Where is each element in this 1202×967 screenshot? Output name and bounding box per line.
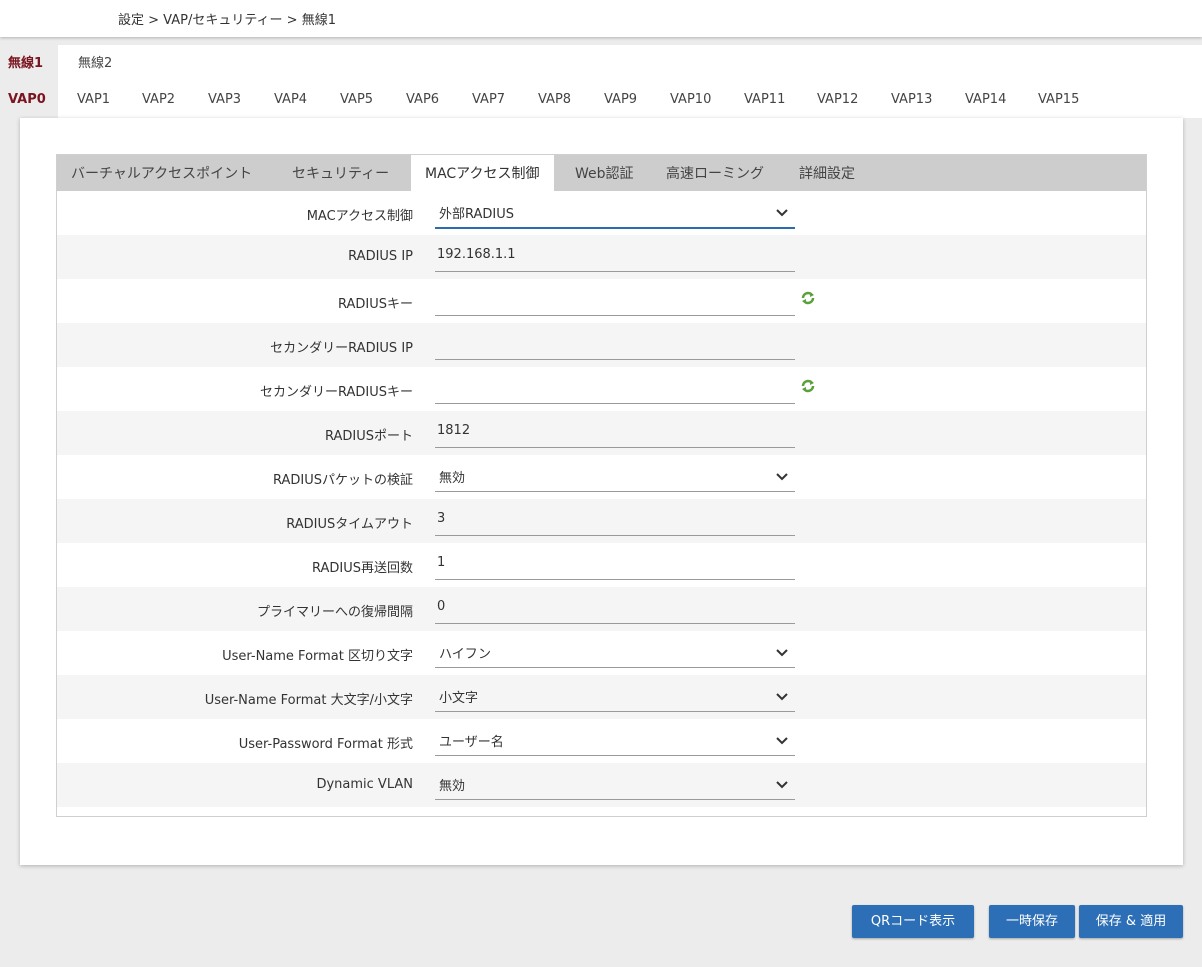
vap-tabs: VAP0 VAP1 VAP2 VAP3 VAP4 VAP5 VAP6 VAP7 …	[0, 83, 1202, 118]
tab-vap10[interactable]: VAP10	[670, 92, 711, 107]
tab-radio2[interactable]: 無線2	[58, 45, 1202, 83]
refresh-icon[interactable]	[801, 379, 815, 393]
tab-fast-roaming[interactable]: 高速ローミング	[652, 155, 778, 191]
radius-packet-verify-value: 無効	[439, 471, 466, 486]
secondary-radius-ip-label: セカンダリーRADIUS IP	[270, 341, 413, 356]
row-radius-port: RADIUSポート 1812	[57, 411, 1146, 455]
chevron-down-icon	[776, 209, 788, 217]
chevron-down-icon	[776, 649, 788, 657]
row-radius-packet-verify: RADIUSパケットの検証 無効	[57, 455, 1146, 499]
secondary-radius-ip-input[interactable]	[435, 329, 795, 360]
tab-advanced[interactable]: 詳細設定	[785, 155, 869, 191]
userpassword-format-select[interactable]: ユーザー名	[435, 725, 795, 756]
username-delimiter-select[interactable]: ハイフン	[435, 637, 795, 668]
chevron-down-icon	[776, 473, 788, 481]
radius-timeout-value: 3	[437, 511, 446, 526]
row-secondary-radius-key: セカンダリーRADIUSキー	[57, 367, 1146, 411]
tab-vap1[interactable]: VAP1	[77, 92, 110, 107]
tab-vap6[interactable]: VAP6	[406, 92, 439, 107]
row-secondary-radius-ip: セカンダリーRADIUS IP	[57, 323, 1146, 367]
dynamic-vlan-value: 無効	[439, 779, 466, 794]
chevron-down-icon	[776, 737, 788, 745]
tab-vap7[interactable]: VAP7	[472, 92, 505, 107]
radius-retries-value: 1	[437, 555, 446, 570]
primary-return-interval-input[interactable]: 0	[435, 593, 795, 624]
temp-save-button[interactable]: 一時保存	[989, 905, 1075, 938]
username-case-select[interactable]: 小文字	[435, 681, 795, 712]
radius-key-input[interactable]	[435, 285, 795, 316]
tab-vap0[interactable]: VAP0	[8, 92, 46, 107]
tab-vap3[interactable]: VAP3	[208, 92, 241, 107]
username-delimiter-label: User-Name Format 区切り文字	[222, 649, 413, 664]
radius-key-label: RADIUSキー	[337, 297, 413, 312]
tab-vap12[interactable]: VAP12	[817, 92, 858, 107]
primary-return-interval-value: 0	[437, 599, 446, 614]
radius-ip-input[interactable]: 192.168.1.1	[435, 241, 795, 272]
tab-vap13[interactable]: VAP13	[891, 92, 932, 107]
row-primary-return-interval: プライマリーへの復帰間隔 0	[57, 587, 1146, 631]
top-bar: 設定 > VAP/セキュリティー > 無線1	[0, 0, 1202, 37]
secondary-radius-key-input[interactable]	[435, 373, 795, 404]
radius-port-value: 1812	[437, 423, 471, 438]
dynamic-vlan-select[interactable]: 無効	[435, 769, 795, 800]
tab-vap5[interactable]: VAP5	[340, 92, 373, 107]
tab-mac-access-control[interactable]: MACアクセス制御	[411, 155, 554, 191]
primary-return-interval-label: プライマリーへの復帰間隔	[256, 605, 413, 620]
chevron-down-icon	[776, 693, 788, 701]
row-mac-access-control: MACアクセス制御 外部RADIUS	[57, 191, 1146, 235]
radius-retries-input[interactable]: 1	[435, 549, 795, 580]
chevron-down-icon	[776, 781, 788, 789]
radius-ip-label: RADIUS IP	[348, 249, 413, 264]
row-radius-ip: RADIUS IP 192.168.1.1	[57, 235, 1146, 279]
row-dynamic-vlan: Dynamic VLAN 無効	[57, 763, 1146, 807]
tab-vap14[interactable]: VAP14	[965, 92, 1006, 107]
qr-code-button[interactable]: QRコード表示	[852, 905, 974, 938]
radius-timeout-label: RADIUSタイムアウト	[286, 517, 413, 532]
tab-web-auth[interactable]: Web認証	[561, 155, 648, 191]
tab-vap15[interactable]: VAP15	[1038, 92, 1079, 107]
tab-vap11[interactable]: VAP11	[744, 92, 785, 107]
mac-access-control-value: 外部RADIUS	[439, 207, 515, 222]
breadcrumb: 設定 > VAP/セキュリティー > 無線1	[118, 13, 336, 28]
tab-vap2[interactable]: VAP2	[142, 92, 175, 107]
tab-vap8[interactable]: VAP8	[538, 92, 571, 107]
tab-vap4[interactable]: VAP4	[274, 92, 307, 107]
refresh-icon[interactable]	[801, 291, 815, 305]
radius-port-label: RADIUSポート	[324, 429, 413, 444]
username-case-label: User-Name Format 大文字/小文字	[204, 693, 413, 708]
sub-tabs: バーチャルアクセスポイント セキュリティー MACアクセス制御 Web認証 高速…	[57, 155, 1146, 191]
secondary-radius-key-label: セカンダリーRADIUSキー	[259, 385, 413, 400]
radius-port-input[interactable]: 1812	[435, 417, 795, 448]
mac-access-control-select[interactable]: 外部RADIUS	[435, 197, 795, 229]
radio-tabs: 無線1 無線2	[0, 45, 1202, 83]
username-delimiter-value: ハイフン	[439, 647, 492, 662]
tab-radio1[interactable]: 無線1	[0, 45, 52, 83]
tab-virtual-ap[interactable]: バーチャルアクセスポイント	[57, 155, 266, 191]
dynamic-vlan-label: Dynamic VLAN	[316, 777, 413, 792]
settings-panel: バーチャルアクセスポイント セキュリティー MACアクセス制御 Web認証 高速…	[56, 154, 1147, 817]
userpassword-format-value: ユーザー名	[439, 735, 504, 750]
radius-timeout-input[interactable]: 3	[435, 505, 795, 536]
tab-vap9[interactable]: VAP9	[604, 92, 637, 107]
row-username-delimiter: User-Name Format 区切り文字 ハイフン	[57, 631, 1146, 675]
tab-security[interactable]: セキュリティー	[278, 155, 403, 191]
row-radius-key: RADIUSキー	[57, 279, 1146, 323]
save-apply-button[interactable]: 保存 & 適用	[1079, 905, 1183, 938]
radius-packet-verify-select[interactable]: 無効	[435, 461, 795, 492]
mac-access-control-label: MACアクセス制御	[306, 209, 413, 224]
username-case-value: 小文字	[439, 691, 479, 706]
row-userpassword-format: User-Password Format 形式 ユーザー名	[57, 719, 1146, 763]
row-radius-timeout: RADIUSタイムアウト 3	[57, 499, 1146, 543]
radius-packet-verify-label: RADIUSパケットの検証	[272, 473, 413, 488]
row-radius-retries: RADIUS再送回数 1	[57, 543, 1146, 587]
radius-ip-value: 192.168.1.1	[437, 247, 516, 262]
settings-card: バーチャルアクセスポイント セキュリティー MACアクセス制御 Web認証 高速…	[20, 118, 1183, 865]
row-username-case: User-Name Format 大文字/小文字 小文字	[57, 675, 1146, 719]
radius-retries-label: RADIUS再送回数	[311, 561, 413, 576]
userpassword-format-label: User-Password Format 形式	[238, 737, 413, 752]
